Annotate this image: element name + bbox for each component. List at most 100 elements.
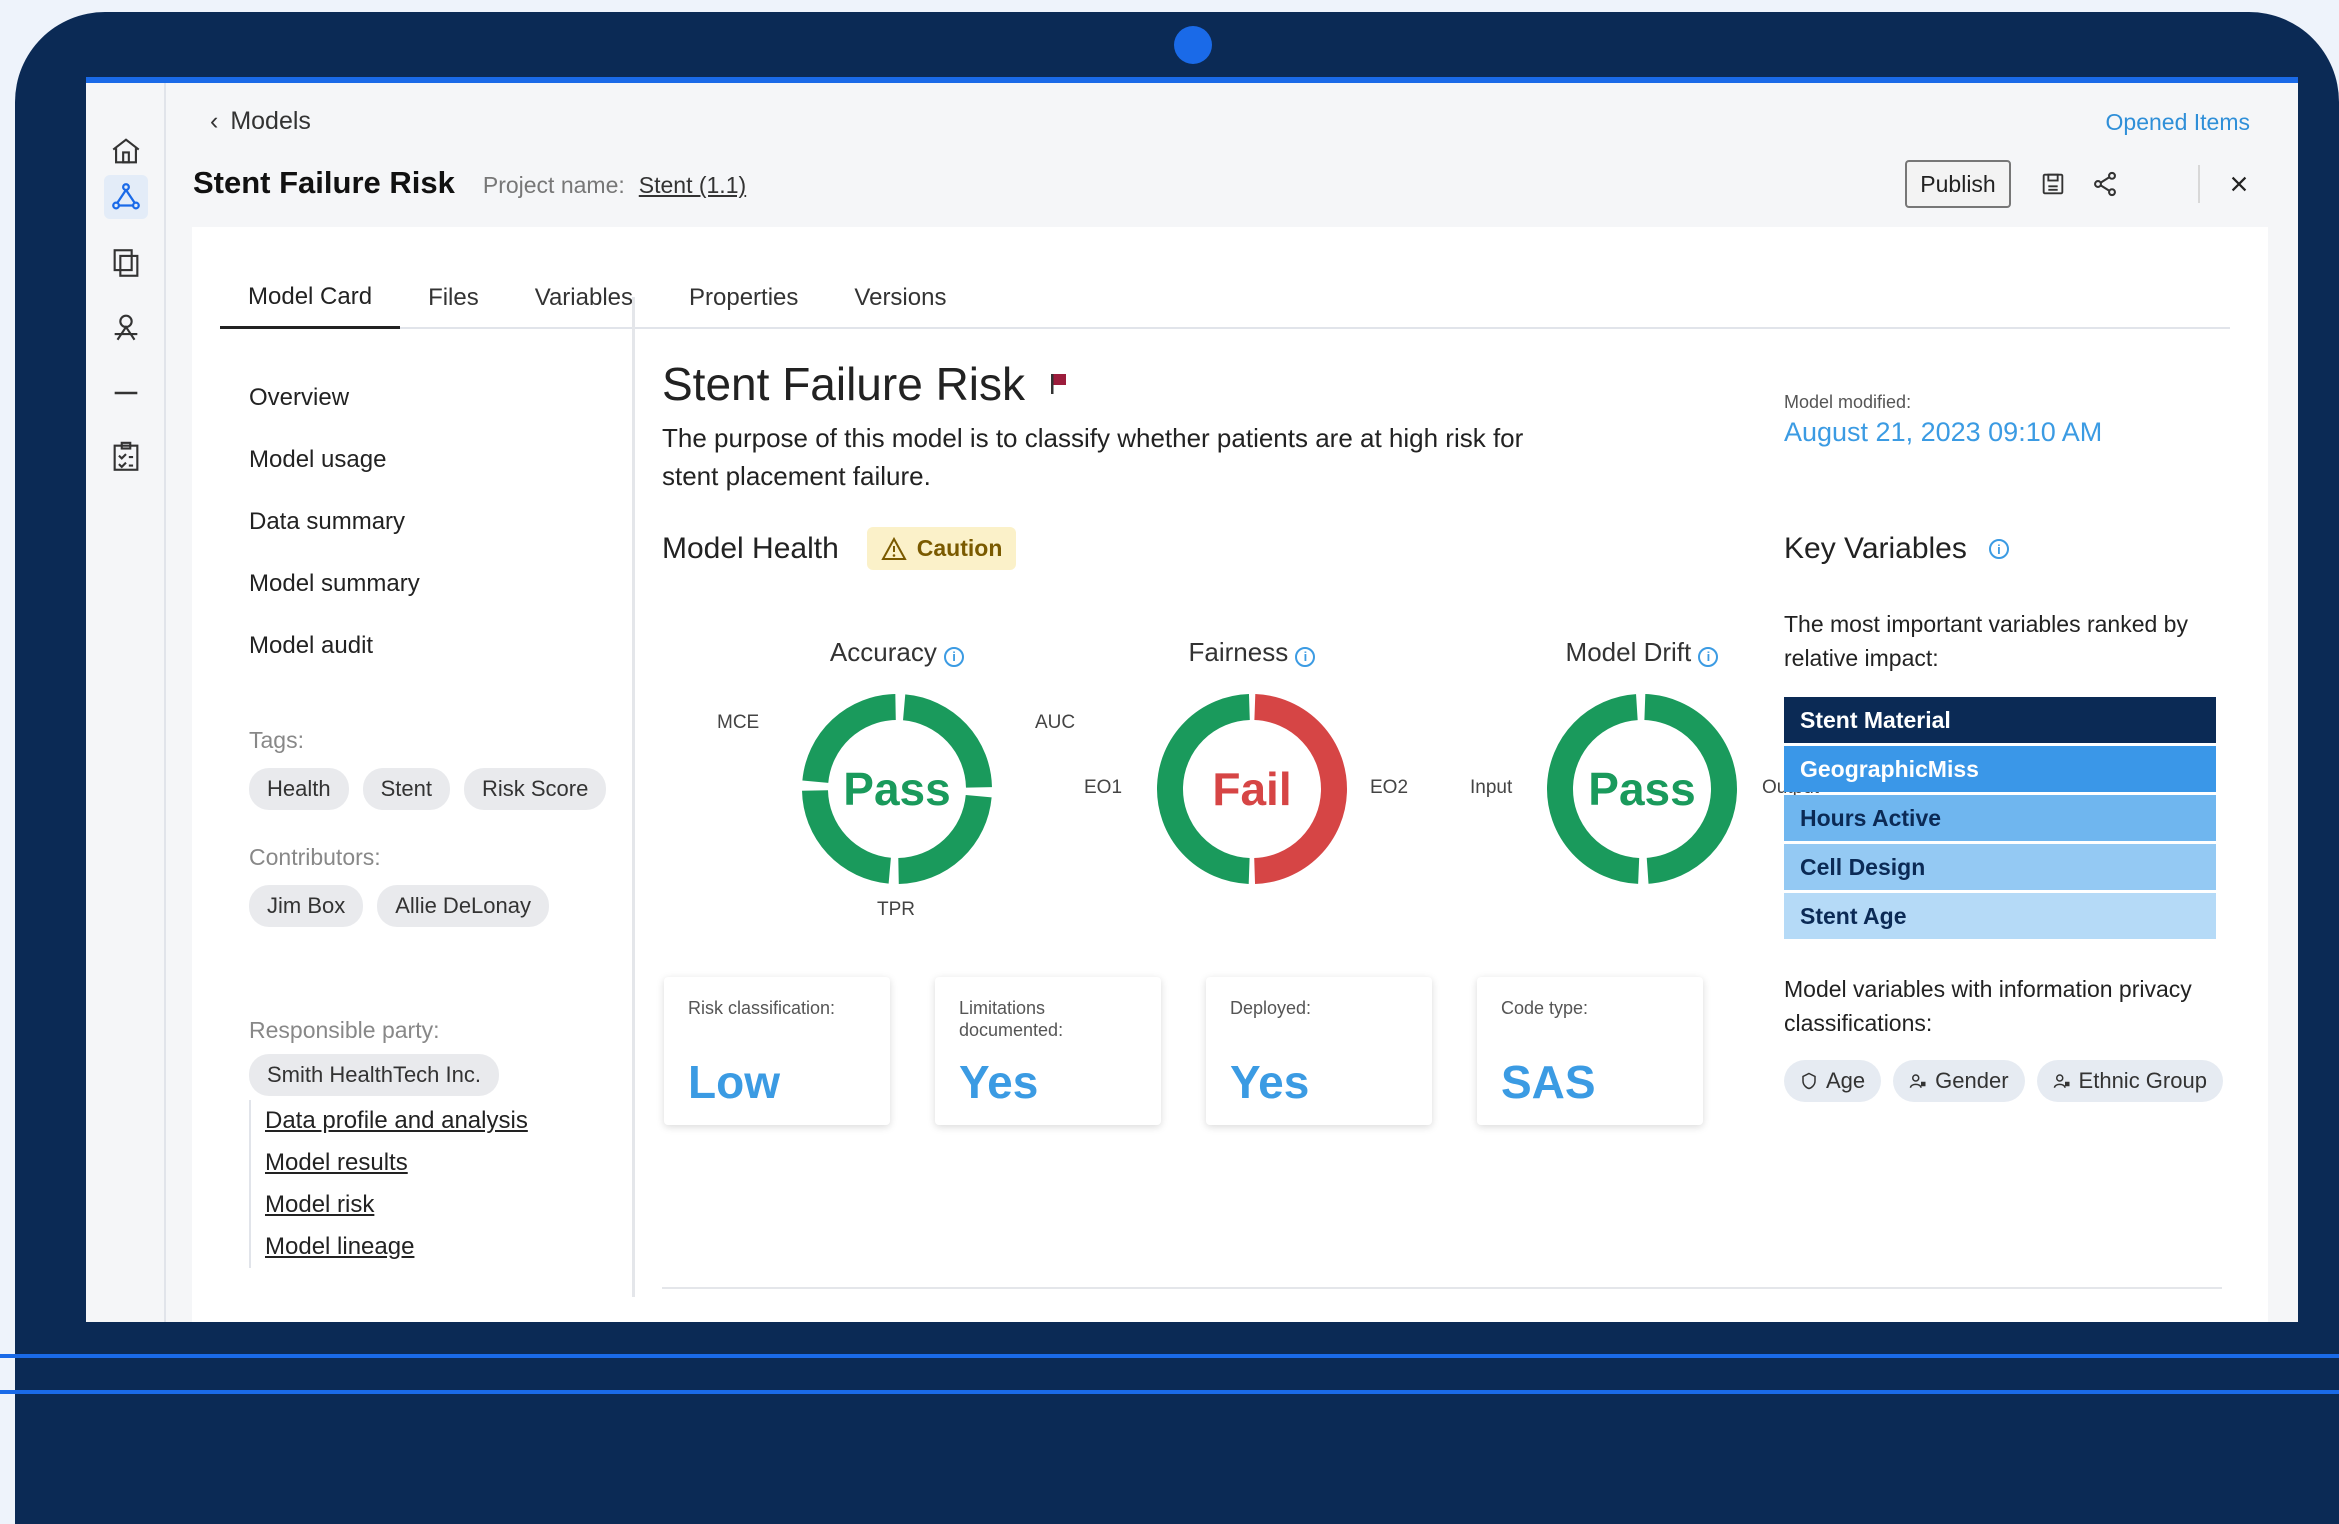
- model-drift-value: Pass: [1588, 763, 1696, 815]
- project-label: Project name:: [482, 172, 625, 198]
- tab-versions[interactable]: Versions: [826, 267, 974, 329]
- breadcrumb-models[interactable]: Models: [230, 107, 311, 136]
- model-modified-label: Model modified:: [1784, 392, 1912, 412]
- stat-label: Code type:: [1501, 998, 1589, 1018]
- info-icon[interactable]: i: [944, 646, 965, 667]
- fairness-gauge[interactable]: Fairness i Fail EO1 EO2: [1072, 637, 1432, 897]
- share-icon[interactable]: [2088, 167, 2122, 201]
- tag-chip[interactable]: Risk Score: [463, 768, 607, 810]
- key-variable-item[interactable]: Stent Age: [1784, 893, 2216, 939]
- model-drift-label: Model Drift i: [1462, 637, 1822, 668]
- home-icon[interactable]: [104, 129, 148, 173]
- limitations-card: Limitations documented: Yes: [935, 977, 1161, 1125]
- fairness-value: Fail: [1212, 763, 1292, 815]
- model-modified-value: August 21, 2023 09:10 AM: [1784, 417, 2103, 447]
- link-model-results[interactable]: Model results: [265, 1142, 528, 1184]
- person-lock-icon: [1909, 1074, 1926, 1088]
- info-icon[interactable]: i: [1988, 539, 2009, 559]
- project-info: Project name: Stent (1.1): [483, 172, 746, 199]
- key-variable-item[interactable]: GeographicMiss: [1784, 746, 2216, 792]
- stat-value: Low: [688, 1056, 780, 1108]
- checklist-icon[interactable]: [104, 435, 148, 479]
- key-variables-description: The most important variables ranked by r…: [1784, 611, 2188, 671]
- link-model-lineage[interactable]: Model lineage: [265, 1226, 528, 1268]
- related-links: Data profile and analysis Model results …: [249, 1100, 528, 1268]
- tag-chip[interactable]: Stent: [362, 768, 450, 810]
- nav-model-audit[interactable]: Model audit: [249, 615, 629, 677]
- shield-icon: [1802, 1072, 1816, 1090]
- publish-button[interactable]: Publish: [1905, 160, 2011, 208]
- privacy-chip-age[interactable]: Age: [1784, 1060, 1882, 1102]
- key-variables-title: Key Variables i: [1784, 532, 2009, 566]
- device-base-line: [0, 1354, 2339, 1358]
- privacy-chip-gender[interactable]: Gender: [1893, 1060, 2025, 1102]
- deployed-card: Deployed: Yes: [1206, 977, 1432, 1125]
- stat-value: Yes: [959, 1056, 1039, 1108]
- model-title-text: Stent Failure Risk: [662, 358, 1026, 410]
- privacy-description: Model variables with information privacy…: [1784, 976, 2192, 1036]
- tab-properties[interactable]: Properties: [661, 267, 826, 329]
- project-name-link[interactable]: Stent (1.1): [639, 172, 746, 199]
- fairness-label: Fairness i: [1072, 637, 1432, 668]
- responsible-party-chip[interactable]: Smith HealthTech Inc.: [249, 1054, 499, 1096]
- nav-model-usage[interactable]: Model usage: [249, 429, 629, 491]
- model-card-panel: Model Card Files Variables Properties Ve…: [192, 227, 2268, 1322]
- privacy-chip-label: Ethnic Group: [2078, 1068, 2207, 1093]
- key-variables-title-text: Key Variables: [1784, 532, 1967, 565]
- contributor-chip[interactable]: Allie DeLonay: [377, 885, 549, 927]
- accuracy-bottom-label: TPR: [877, 899, 915, 920]
- info-icon[interactable]: i: [1698, 646, 1719, 667]
- tag-chip[interactable]: Health: [249, 768, 349, 810]
- key-variable-item[interactable]: Hours Active: [1784, 795, 2216, 841]
- pipeline-icon[interactable]: [104, 305, 148, 349]
- page-title: Stent Failure Risk: [193, 165, 455, 200]
- key-variable-item[interactable]: Stent Material: [1784, 697, 2216, 743]
- accuracy-label-text: Accuracy: [829, 637, 937, 667]
- model-health-header: Model Health Caution: [662, 527, 1017, 570]
- model-drift-gauge[interactable]: Model Drift i Pass Input Output: [1462, 637, 1822, 897]
- risk-classification-card: Risk classification: Low: [664, 977, 890, 1125]
- link-model-risk[interactable]: Model risk: [265, 1184, 528, 1226]
- opened-items-link[interactable]: Opened Items: [2106, 109, 2250, 136]
- nav-overview[interactable]: Overview: [249, 367, 629, 429]
- nav-data-summary[interactable]: Data summary: [249, 491, 629, 553]
- breadcrumb[interactable]: ‹ Models: [210, 107, 311, 136]
- fairness-label-text: Fairness: [1188, 637, 1289, 667]
- content-bottom-divider: [662, 1287, 2222, 1289]
- info-icon[interactable]: i: [1295, 646, 1316, 667]
- nav-model-summary[interactable]: Model summary: [249, 553, 629, 615]
- header-separator: [2198, 165, 2200, 203]
- privacy-chip-label: Gender: [1935, 1068, 2009, 1093]
- tab-variables[interactable]: Variables: [507, 267, 661, 329]
- privacy-chip-ethnic-group[interactable]: Ethnic Group: [2036, 1060, 2223, 1102]
- chevron-left-icon: ‹: [210, 107, 219, 135]
- tab-files[interactable]: Files: [400, 267, 507, 329]
- contributors-list: Jim Box Allie DeLonay: [249, 885, 629, 927]
- model-drift-left-label: Input: [1470, 777, 1513, 798]
- stat-label: Limitations documented:: [959, 998, 1064, 1040]
- accuracy-value: Pass: [843, 763, 951, 815]
- privacy-variables: Age Gender Ethnic Group: [1784, 1060, 2223, 1102]
- tab-model-card[interactable]: Model Card: [220, 267, 401, 329]
- accuracy-gauge[interactable]: Accuracy i Pass MCE AUC TPR: [717, 637, 1077, 920]
- model-drift-label-text: Model Drift: [1565, 637, 1692, 667]
- device-base-line-2: [0, 1390, 2339, 1394]
- link-data-profile[interactable]: Data profile and analysis: [265, 1100, 528, 1142]
- fairness-right-label: EO2: [1370, 777, 1409, 798]
- model-title: Stent Failure Risk: [662, 357, 1071, 411]
- caution-label: Caution: [916, 535, 1003, 561]
- key-variables-list: Stent Material GeographicMiss Hours Acti…: [1784, 697, 2216, 942]
- tab-bar: Model Card Files Variables Properties Ve…: [220, 267, 2230, 329]
- save-icon[interactable]: [2036, 167, 2070, 201]
- contributor-chip[interactable]: Jim Box: [249, 885, 364, 927]
- screen: ‹ Models Opened Items Stent Failure Risk…: [86, 77, 2298, 1322]
- minus-icon[interactable]: [104, 371, 148, 415]
- key-variable-item[interactable]: Cell Design: [1784, 844, 2216, 890]
- documents-icon[interactable]: [104, 241, 148, 285]
- flag-icon[interactable]: [1049, 371, 1071, 397]
- stat-label: Deployed:: [1230, 998, 1312, 1018]
- model-icon[interactable]: [104, 175, 148, 219]
- contributors-label: Contributors:: [249, 844, 381, 870]
- model-health-title: Model Health: [662, 531, 839, 565]
- close-icon[interactable]: [2222, 167, 2256, 201]
